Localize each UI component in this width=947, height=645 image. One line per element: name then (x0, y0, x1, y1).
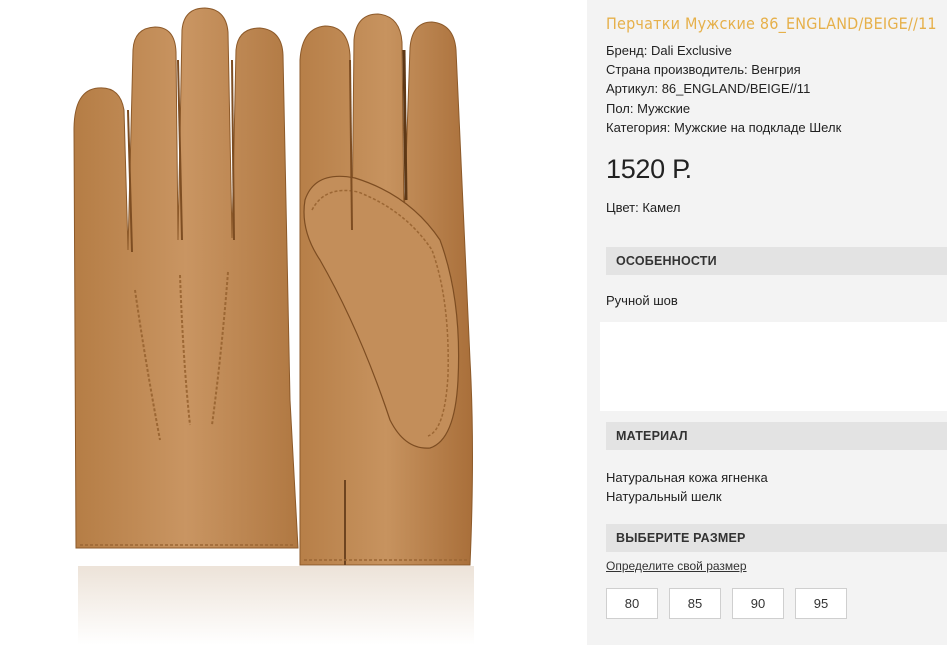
features-heading: ОСОБЕННОСТИ (606, 247, 947, 275)
size-option-90[interactable]: 90 (732, 588, 784, 619)
product-image-area (0, 0, 587, 645)
material-item: Натуральная кожа ягненка (606, 470, 768, 485)
product-specs: Бренд: Dali Exclusive Страна производите… (606, 41, 841, 137)
size-option-85[interactable]: 85 (669, 588, 721, 619)
size-option-95[interactable]: 95 (795, 588, 847, 619)
product-image-gloves (73, 7, 474, 645)
material-item: Натуральный шелк (606, 489, 722, 504)
spec-article: Артикул: 86_ENGLAND/BEIGE//11 (606, 81, 811, 97)
features-blank-area (600, 322, 947, 411)
product-price: 1520 Р. (606, 154, 692, 184)
size-option-80[interactable]: 80 (606, 588, 658, 619)
product-title: Перчатки Мужские 86_ENGLAND/BEIGE//11 (606, 14, 937, 33)
size-heading: ВЫБЕРИТЕ РАЗМЕР (606, 524, 947, 552)
spec-gender: Пол: Мужские (606, 100, 691, 116)
product-info-panel: Перчатки Мужские 86_ENGLAND/BEIGE//11 Бр… (587, 0, 947, 645)
product-color: Цвет: Камел (606, 200, 681, 215)
material-list: Натуральная кожа ягненка Натуральный шел… (606, 468, 768, 506)
spec-country: Страна производитель: Венгрия (606, 62, 801, 78)
left-glove (73, 7, 299, 549)
size-options: 80 85 90 95 (606, 588, 847, 619)
size-guide-link[interactable]: Определите свой размер (606, 559, 747, 573)
material-heading: МАТЕРИАЛ (606, 422, 947, 450)
features-text: Ручной шов (606, 293, 678, 308)
spec-category: Категория: Мужские на подкладе Шелк (606, 119, 842, 135)
spec-brand: Бренд: Dali Exclusive (606, 43, 732, 58)
